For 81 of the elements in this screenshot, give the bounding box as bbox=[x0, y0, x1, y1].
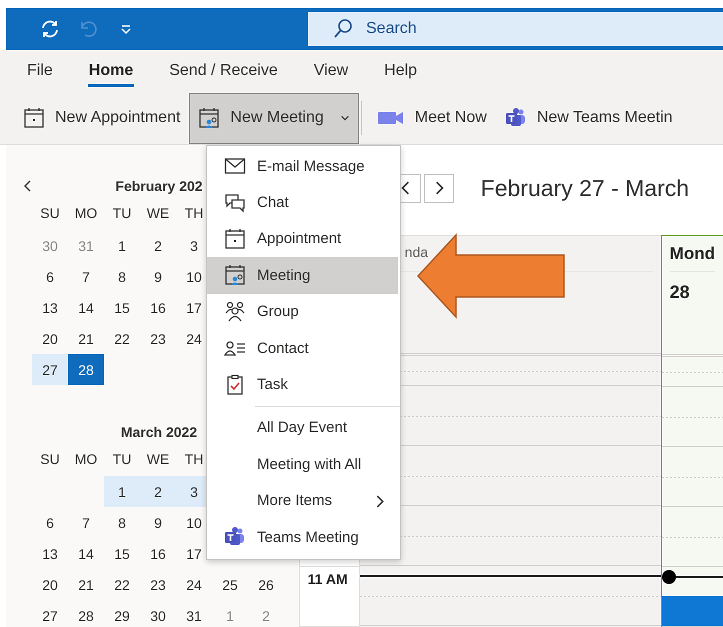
calendar-day[interactable]: 27 bbox=[32, 354, 68, 385]
calendar-day[interactable]: 20 bbox=[32, 323, 68, 354]
caret-icon bbox=[340, 113, 350, 123]
calendar-day[interactable]: 9 bbox=[140, 261, 176, 292]
calendar-day[interactable]: 14 bbox=[68, 292, 104, 323]
calendar-day[interactable]: 28 bbox=[68, 354, 104, 385]
calendar-day[interactable]: 20 bbox=[32, 569, 68, 600]
menu-item[interactable]: Meeting bbox=[207, 257, 398, 294]
calendar-day[interactable]: 2 bbox=[140, 230, 176, 261]
calendar-day[interactable]: 22 bbox=[104, 323, 140, 354]
teams-icon bbox=[504, 107, 527, 129]
calendar-day[interactable]: 23 bbox=[140, 569, 176, 600]
weekday-label: MO bbox=[74, 450, 98, 469]
calendar-day[interactable]: 28 bbox=[68, 600, 104, 627]
current-time-dot bbox=[662, 570, 676, 584]
calendar-day[interactable]: 1 bbox=[104, 476, 140, 507]
ribbon-button[interactable]: New Meeting bbox=[189, 92, 359, 144]
month-title: March 2022 bbox=[120, 424, 198, 440]
weekday-label: WE bbox=[146, 450, 170, 469]
menu-tab[interactable]: Home bbox=[88, 56, 134, 86]
calendar-icon bbox=[224, 228, 246, 250]
ribbon-button[interactable]: New Teams Meetin bbox=[496, 92, 682, 144]
menu-tab[interactable]: View bbox=[312, 56, 350, 86]
month-title: February 202 bbox=[115, 178, 203, 194]
calendar-day[interactable]: 1 bbox=[104, 230, 140, 261]
calendar-day[interactable]: 23 bbox=[140, 323, 176, 354]
calendar-day[interactable]: 30 bbox=[140, 600, 176, 627]
calendar-day[interactable]: 16 bbox=[140, 538, 176, 569]
weekday-label: WE bbox=[146, 204, 170, 223]
calendar-day[interactable]: 21 bbox=[68, 323, 104, 354]
calendar-day[interactable]: 25 bbox=[212, 569, 248, 600]
calendar-day[interactable]: 22 bbox=[104, 569, 140, 600]
menu-item[interactable]: E-mail Message bbox=[207, 148, 398, 184]
day-name: Mond bbox=[670, 244, 715, 272]
menu-tab[interactable]: File bbox=[26, 56, 54, 86]
weekday-label: TU bbox=[112, 204, 132, 223]
ribbon-button[interactable]: Meet Now bbox=[368, 92, 496, 144]
calendar-day[interactable]: 13 bbox=[32, 292, 68, 323]
calendar-day[interactable]: 24 bbox=[176, 569, 212, 600]
calendar-day[interactable]: 2 bbox=[140, 476, 176, 507]
calendar-day[interactable]: 8 bbox=[104, 261, 140, 292]
calendar-icon bbox=[23, 107, 45, 129]
calendar-day[interactable]: 29 bbox=[104, 600, 140, 627]
calendar-day[interactable]: 21 bbox=[68, 569, 104, 600]
chat-icon bbox=[224, 192, 246, 214]
weekday-label: MO bbox=[74, 204, 98, 223]
menu-tab[interactable]: Help bbox=[383, 56, 418, 86]
time-label: 11 AM bbox=[308, 571, 349, 587]
date-range-title: February 27 - March bbox=[480, 174, 690, 202]
search-icon bbox=[332, 18, 354, 40]
menu-item[interactable]: Chat bbox=[207, 184, 398, 221]
calendar-day[interactable]: 13 bbox=[32, 538, 68, 569]
calendar-day[interactable]: 15 bbox=[104, 538, 140, 569]
search-field[interactable]: Search bbox=[308, 12, 723, 46]
weekday-label: TU bbox=[112, 450, 132, 469]
meeting-calendar-icon bbox=[224, 264, 246, 286]
group-icon bbox=[224, 300, 246, 323]
menu-tab[interactable]: Send / Receive bbox=[168, 56, 279, 86]
calendar-day[interactable]: 31 bbox=[176, 600, 212, 627]
weekday-label: SU bbox=[39, 450, 61, 469]
calendar-day[interactable]: 6 bbox=[32, 261, 68, 292]
calendar-day[interactable]: 6 bbox=[32, 507, 68, 538]
calendar-day[interactable]: 8 bbox=[104, 507, 140, 538]
sync-icon bbox=[39, 18, 61, 40]
calendar-day[interactable]: 26 bbox=[248, 569, 284, 600]
weekday-label: TH bbox=[184, 204, 204, 223]
day-column[interactable]: Mond 28 bbox=[660, 235, 723, 627]
weekday-label: SU bbox=[39, 204, 61, 223]
calendar-day[interactable]: 27 bbox=[32, 600, 68, 627]
meeting-calendar-icon bbox=[198, 107, 220, 129]
calendar-day[interactable]: 16 bbox=[140, 292, 176, 323]
time-slot[interactable] bbox=[662, 567, 723, 627]
calendar-day[interactable]: 7 bbox=[68, 261, 104, 292]
next-button[interactable] bbox=[424, 174, 454, 202]
ribbon-button[interactable]: New Appointment bbox=[14, 92, 190, 144]
day-number: 28 bbox=[670, 282, 691, 303]
calendar-day[interactable]: 14 bbox=[68, 538, 104, 569]
calendar-day[interactable]: 9 bbox=[140, 507, 176, 538]
weekday-label: TH bbox=[184, 450, 204, 469]
calendar-day[interactable]: 15 bbox=[104, 292, 140, 323]
calendar-day[interactable]: 7 bbox=[68, 507, 104, 538]
